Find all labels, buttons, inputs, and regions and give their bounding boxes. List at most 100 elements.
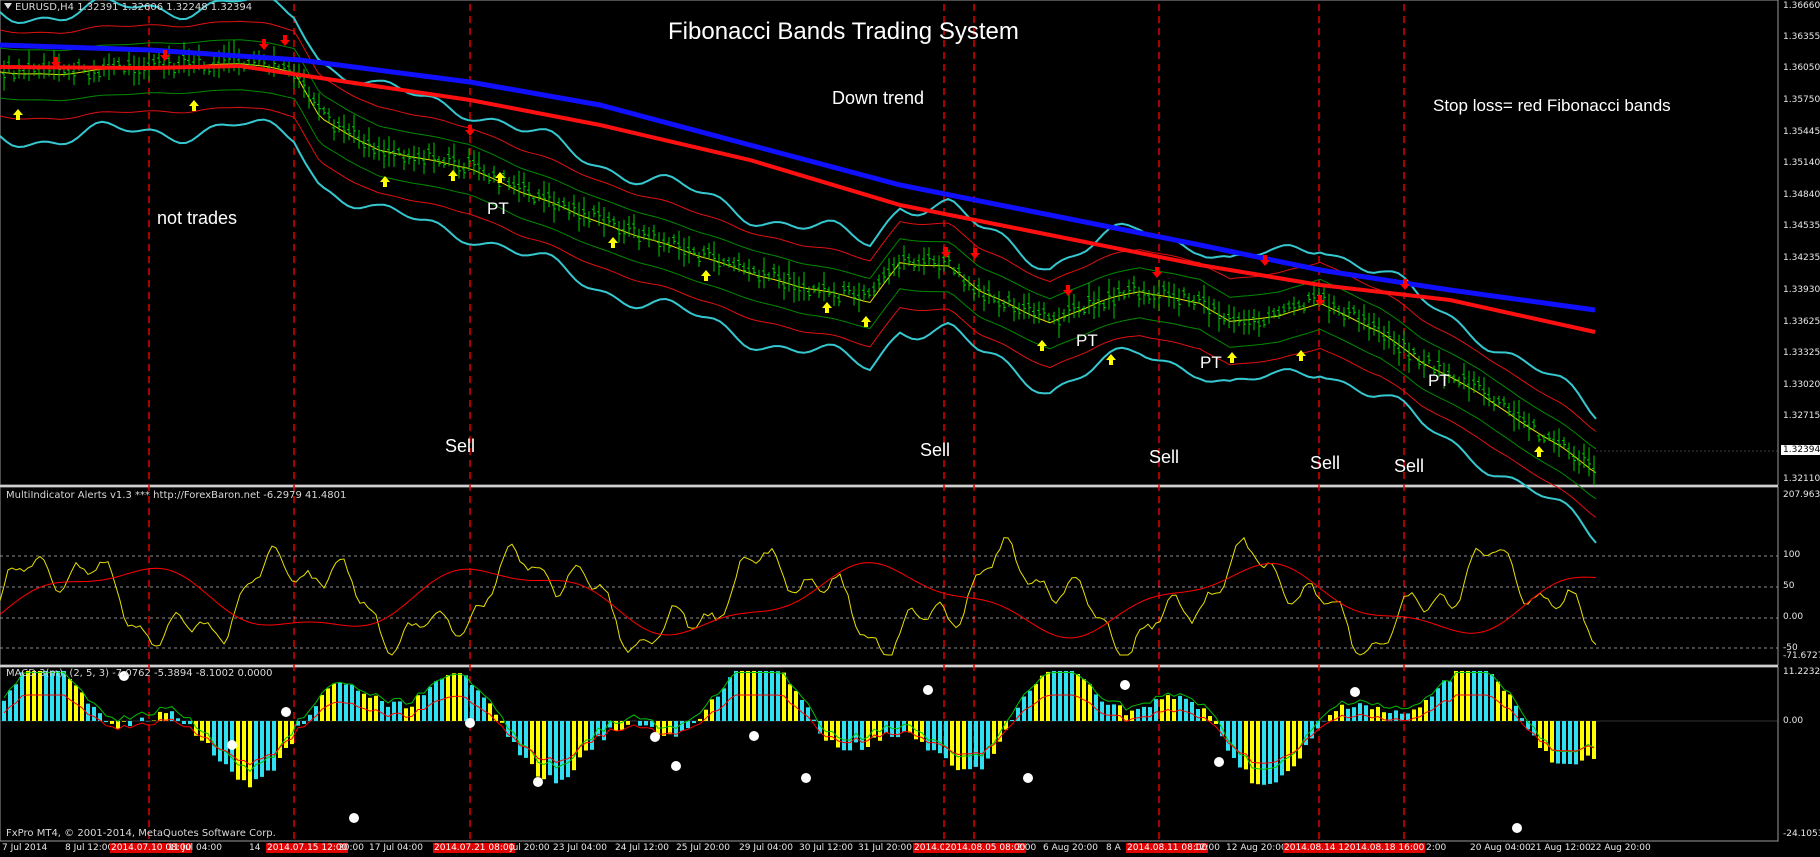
macd-bar: [218, 721, 222, 762]
crossover-dot: [533, 777, 543, 787]
macd-bar: [1478, 671, 1482, 721]
macd-bar: [848, 721, 852, 751]
sell-arrow-icon: [280, 35, 290, 46]
buy-arrow-icon: [1296, 350, 1306, 361]
crossover-dot: [1350, 687, 1360, 697]
macd-bar: [374, 695, 378, 721]
macd-bar: [986, 721, 990, 759]
macd-bar: [1244, 721, 1248, 770]
macd-bar: [104, 721, 108, 723]
macd-bar: [1214, 721, 1218, 724]
price-axis-label: 1.36355: [1783, 32, 1820, 42]
macd-bar: [1364, 705, 1368, 721]
time-axis-label: 31 Jul 20:00: [858, 843, 912, 853]
indicator1-title: MultiIndicator Alerts v1.3 *** http://Fo…: [6, 490, 347, 501]
macd-bar: [416, 695, 420, 721]
macd-bar: [1208, 716, 1212, 721]
macd-bar: [1262, 721, 1266, 785]
macd-bar: [554, 721, 558, 784]
oscillator-yellow-line: [0, 536, 1597, 656]
crossover-dot: [1214, 757, 1224, 767]
macd-bar: [1106, 704, 1110, 721]
macd-bar: [776, 671, 780, 721]
symbol-dropdown-icon[interactable]: [4, 3, 12, 9]
crossover-dot: [1512, 823, 1522, 833]
macd-bar: [488, 703, 492, 721]
macd-bar: [302, 721, 306, 724]
macd-bar: [764, 671, 768, 721]
macd-bar: [548, 721, 552, 776]
buy-arrow-icon: [189, 100, 199, 111]
macd-bar: [260, 721, 264, 777]
macd-bar: [608, 721, 612, 728]
macd-bar: [176, 718, 180, 721]
time-axis-label: 2:00: [1426, 843, 1447, 853]
macd-bar: [122, 721, 126, 722]
macd-bar: [1574, 721, 1578, 765]
macd-bar: [938, 721, 942, 754]
pt-label: PT: [1076, 331, 1098, 350]
macd-bar: [1196, 709, 1200, 721]
macd-bar: [152, 720, 156, 721]
macd-bar: [1154, 699, 1158, 721]
price-axis-label: 1.35140: [1783, 158, 1820, 168]
macd-bar: [902, 721, 906, 732]
price-axis-label: 1.34535: [1783, 221, 1820, 231]
macd-bar: [1520, 718, 1524, 721]
blue-moving-average: [0, 42, 1596, 313]
buy-arrow-icon: [1037, 340, 1047, 351]
mt4-chart-window[interactable]: EURUSD,H4 1.32391 1.32606 1.32248 1.3239…: [0, 0, 1820, 857]
upper-red-band: [0, 20, 1597, 432]
macd-bar: [1358, 703, 1362, 721]
macd-bar: [1064, 671, 1068, 721]
macd-bar: [536, 721, 540, 777]
ind1-axis-label: 0.00: [1783, 612, 1804, 622]
macd-bar: [1586, 721, 1590, 756]
time-axis-label: 2014.07.15 12:00: [266, 843, 349, 853]
macd-bar: [1274, 721, 1278, 783]
macd-bar: [1544, 721, 1548, 751]
chart-canvas[interactable]: [0, 0, 1820, 857]
crossover-dot: [749, 731, 759, 741]
price-axis-label: 1.34235: [1783, 253, 1820, 263]
macd-bar: [116, 721, 120, 729]
macd-bar: [638, 721, 642, 726]
time-axis-label: 24 Jul 12:00: [615, 843, 669, 853]
macd-bar: [758, 671, 762, 721]
sell-label: Sell: [920, 440, 951, 460]
main-pane-frame: [0, 0, 1779, 486]
macd-bar: [1052, 671, 1056, 721]
macd-bar: [722, 688, 726, 721]
macd-bar: [560, 721, 564, 780]
macd-bar: [1166, 695, 1170, 721]
macd-bar: [1514, 705, 1518, 721]
macd-bar: [1592, 721, 1596, 759]
macd-bar: [1142, 706, 1146, 721]
time-axis-label: 2014.08.18 16:00: [1343, 843, 1426, 853]
time-axis-label: 20 Aug 04:00: [1470, 843, 1531, 853]
macd-bar: [272, 721, 276, 771]
time-axis-label: 17 Jul 04:00: [369, 843, 423, 853]
sell-arrow-icon: [1063, 285, 1073, 296]
time-axis-label: 2:00: [1016, 843, 1037, 853]
crossover-dot: [227, 740, 237, 750]
macd-bar: [584, 721, 588, 751]
macd-bar: [1298, 721, 1302, 759]
macd-bar: [950, 721, 954, 766]
macd-bar: [452, 673, 456, 721]
macd-bar: [110, 721, 114, 724]
crossover-dot: [465, 718, 475, 728]
macd-bar: [1172, 699, 1176, 721]
buy-arrow-icon: [822, 302, 832, 313]
time-axis-label: 6 Aug 20:00: [1043, 843, 1098, 853]
price-axis-label: 1.35445: [1783, 127, 1820, 137]
price-axis-label: 1.36660: [1783, 1, 1820, 11]
buy-arrow-icon: [1106, 354, 1116, 365]
macd-bar: [224, 721, 228, 765]
macd-bar: [1238, 721, 1242, 768]
macd-bar: [572, 721, 576, 771]
ind2-axis-label: 11.2232: [1783, 667, 1820, 677]
time-axis-label: 23 Jul 04:00: [553, 843, 607, 853]
macd-bar: [1562, 721, 1566, 764]
buy-arrow-icon: [448, 170, 458, 181]
